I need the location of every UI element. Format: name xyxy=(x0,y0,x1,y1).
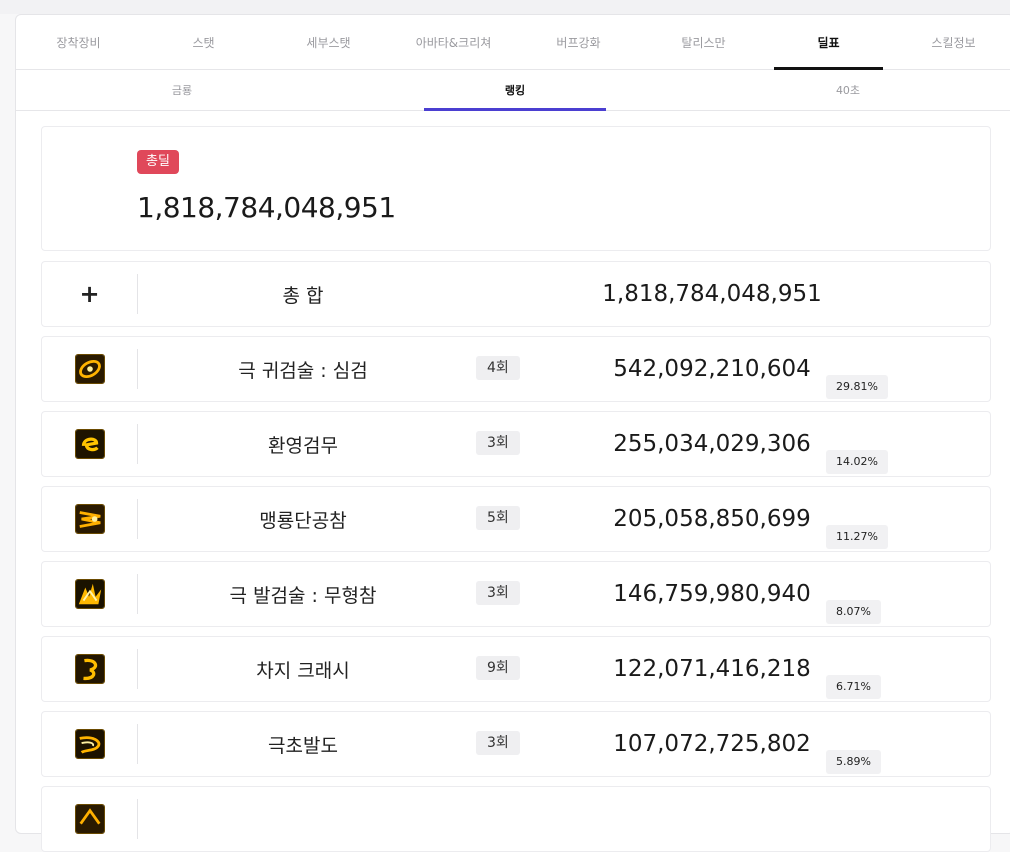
tab-detail-stats[interactable]: 세부스탯 xyxy=(266,15,391,69)
skill-charge-crash-icon xyxy=(74,654,105,684)
tab-buff-enhance[interactable]: 버프강화 xyxy=(516,15,641,69)
skill-count-badge: 3회 xyxy=(476,731,520,755)
total-damage-summary: 총딜 1,818,784,048,951 xyxy=(41,126,991,251)
skill-damage: 255,034,029,306 xyxy=(613,431,811,457)
skill-percent-badge: 14.02% xyxy=(826,450,888,474)
skill-icon-cell xyxy=(42,574,138,614)
skill-icon-cell xyxy=(42,349,138,389)
tab-stats[interactable]: 스탯 xyxy=(141,15,266,69)
skill-damage: 107,072,725,802 xyxy=(613,731,811,757)
total-damage-badge: 총딜 xyxy=(137,150,179,174)
skill-name: 맹룡단공참 xyxy=(259,509,347,532)
expand-cell[interactable]: + xyxy=(42,274,138,314)
skill-geukcho-icon xyxy=(74,729,105,759)
tab-talisman[interactable]: 탈리스만 xyxy=(641,15,766,69)
skill-hwanyeong-icon xyxy=(74,429,105,459)
skill-shimgeom-icon xyxy=(74,354,105,384)
skill-partial-icon xyxy=(74,804,105,834)
skill-name: 극초발도 xyxy=(268,734,338,757)
skill-muhyeong-icon xyxy=(74,579,105,609)
skill-row: 극초발도 3회 107,072,725,802 5.89% xyxy=(41,711,991,777)
skill-count-badge: 5회 xyxy=(476,506,520,530)
skill-count-badge: 9회 xyxy=(476,656,520,680)
skill-maengryong-icon xyxy=(74,504,105,534)
skill-count-badge: 4회 xyxy=(476,356,520,380)
skill-damage: 122,071,416,218 xyxy=(613,656,811,682)
tab-skill-info[interactable]: 스킬정보 xyxy=(891,15,1010,69)
skill-row: 차지 크래시 9회 122,071,416,218 6.71% xyxy=(41,636,991,702)
tab-avatar-creature[interactable]: 아바타&크리쳐 xyxy=(391,15,516,69)
total-damage-value: 1,818,784,048,951 xyxy=(137,191,396,224)
total-row: + 총 합 1,818,784,048,951 xyxy=(41,261,991,327)
skill-percent-badge: 6.71% xyxy=(826,675,881,699)
plus-icon[interactable]: + xyxy=(79,280,99,308)
subtab-ranking[interactable]: 랭킹 xyxy=(424,70,606,111)
skill-icon-cell xyxy=(42,799,138,839)
character-panel: 장착장비 스탯 세부스탯 아바타&크리쳐 버프강화 탈리스만 딜표 스킬정보 금… xyxy=(15,14,1010,852)
skill-name: 극 발검술 : 무형참 xyxy=(229,584,377,607)
subtab-40sec[interactable]: 40초 xyxy=(682,70,1010,110)
skill-damage: 542,092,210,604 xyxy=(613,356,811,382)
total-row-damage: 1,818,784,048,951 xyxy=(602,281,822,307)
tab-equipment[interactable]: 장착장비 xyxy=(16,15,141,69)
sub-tabs: 금룡 랭킹 40초 xyxy=(16,70,1010,111)
skill-damage: 205,058,850,699 xyxy=(613,506,811,532)
skill-row: 극 귀검술 : 심검 4회 542,092,210,604 29.81% xyxy=(41,336,991,402)
skill-count-badge: 3회 xyxy=(476,581,520,605)
skill-name: 극 귀검술 : 심검 xyxy=(238,359,368,382)
skill-row: 환영검무 3회 255,034,029,306 14.02% xyxy=(41,411,991,477)
top-strip xyxy=(0,0,1010,14)
skill-percent-badge: 5.89% xyxy=(826,750,881,774)
skill-row: 극 발검술 : 무형참 3회 146,759,980,940 8.07% xyxy=(41,561,991,627)
skill-row: 맹룡단공참 5회 205,058,850,699 11.27% xyxy=(41,486,991,552)
skill-name: 차지 크래시 xyxy=(256,659,350,682)
skill-percent-badge: 11.27% xyxy=(826,525,888,549)
skill-name: 환영검무 xyxy=(268,434,338,457)
main-tabs: 장착장비 스탯 세부스탯 아바타&크리쳐 버프강화 탈리스만 딜표 스킬정보 xyxy=(16,15,1010,70)
skill-count-badge: 3회 xyxy=(476,431,520,455)
skill-icon-cell xyxy=(42,649,138,689)
subtab-geumryong[interactable]: 금룡 xyxy=(16,70,348,110)
skill-icon-cell xyxy=(42,499,138,539)
skill-percent-badge: 29.81% xyxy=(826,375,888,399)
skill-icon-cell xyxy=(42,724,138,764)
total-row-label: 총 합 xyxy=(282,284,324,307)
skill-row-partial xyxy=(41,786,991,852)
skill-percent-badge: 8.07% xyxy=(826,600,881,624)
skill-icon-cell xyxy=(42,424,138,464)
skill-damage: 146,759,980,940 xyxy=(613,581,811,607)
tab-damage-table[interactable]: 딜표 xyxy=(766,15,891,70)
